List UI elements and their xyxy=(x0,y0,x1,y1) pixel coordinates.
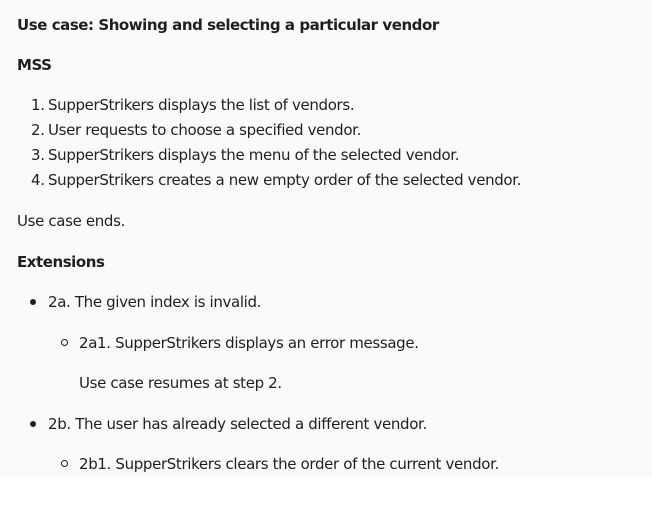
list-item: 2. User requests to choose a specified v… xyxy=(0,120,521,145)
step-text: SupperStrikers displays the menu of the … xyxy=(48,146,460,164)
mss-steps-list: 1. SupperStrikers displays the list of v… xyxy=(0,95,521,195)
extension-item: 2a. The given index is invalid. xyxy=(48,293,262,311)
bullet-circle-icon xyxy=(61,339,68,346)
list-item: 4. SupperStrikers creates a new empty or… xyxy=(0,170,521,195)
bullet-disc-icon xyxy=(30,421,36,427)
bullet-circle-icon xyxy=(61,460,68,467)
extension-item: 2b. The user has already selected a diff… xyxy=(48,415,427,433)
step-text: SupperStrikers creates a new empty order… xyxy=(48,171,522,189)
extension-sub-item: 2a1. SupperStrikers displays an error me… xyxy=(79,334,419,352)
use-case-title: Use case: Showing and selecting a partic… xyxy=(17,16,439,34)
list-item: 1. SupperStrikers displays the list of v… xyxy=(0,95,521,120)
document-page: Use case: Showing and selecting a partic… xyxy=(0,0,652,476)
extension-sub-note: Use case resumes at step 2. xyxy=(79,374,282,392)
step-number: 3. xyxy=(31,146,45,164)
extensions-heading: Extensions xyxy=(17,253,105,271)
step-text: SupperStrikers displays the list of vend… xyxy=(48,96,355,114)
step-number: 2. xyxy=(31,121,45,139)
use-case-ends-text: Use case ends. xyxy=(17,212,125,230)
list-item: 3. SupperStrikers displays the menu of t… xyxy=(0,145,521,170)
step-number: 4. xyxy=(31,171,45,189)
step-text: User requests to choose a specified vend… xyxy=(48,121,362,139)
mss-heading: MSS xyxy=(17,56,52,74)
step-number: 1. xyxy=(31,96,45,114)
bullet-disc-icon xyxy=(30,299,36,305)
extension-sub-item: 2b1. SupperStrikers clears the order of … xyxy=(79,455,499,473)
